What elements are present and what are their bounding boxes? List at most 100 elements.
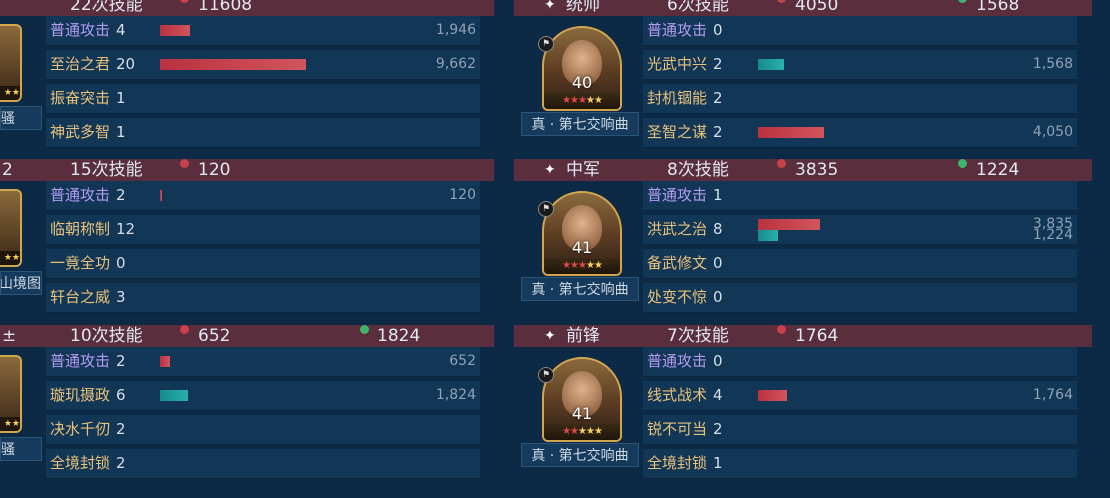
skill-count: 0 [713, 21, 723, 39]
bar-area [160, 88, 385, 110]
general-portrait[interactable]: 40 ★★★★★ [542, 26, 622, 111]
general-portrait[interactable]: 41 ★★★★★ [542, 191, 622, 276]
skill-count: 22次技能 [70, 0, 143, 15]
commander-panel[interactable]: ✦ 中军 8次技能 3835 1224 41 ★★★★★ ⚑ 真 · 第七交响曲 普通攻击 1 洪武之… [514, 159, 1092, 317]
skill-count: 1 [116, 123, 126, 141]
heal-dot-icon [958, 0, 967, 3]
bar-area [160, 287, 385, 309]
skill-count: 2 [713, 89, 723, 107]
skill-count: 0 [116, 254, 126, 272]
skill-label: 普通攻击 [647, 352, 708, 370]
skill-label: 普通攻击 [50, 21, 111, 39]
skill-count: 7次技能 [667, 326, 729, 346]
bar-area [160, 419, 385, 441]
heal-total: 1824 [377, 326, 421, 346]
bar-area [160, 122, 385, 144]
general-portrait[interactable]: 41 ★★★★★ [542, 357, 622, 442]
skill-name: 锐不可当 2 [647, 415, 723, 444]
tactic-book-badge[interactable]: 骚 [0, 437, 42, 461]
skill-count: 6 [116, 386, 126, 404]
skill-name: 临朝称制 12 [50, 215, 135, 244]
skill-name: 至治之君 20 [50, 50, 135, 79]
skill-name: 普通攻击 2 [50, 347, 126, 376]
general-portrait[interactable]: ★★ [0, 189, 22, 267]
general-level: 41 [571, 404, 593, 423]
gold-stars: ★★ [585, 95, 603, 106]
tactic-book-badge[interactable]: 骚 [0, 106, 42, 130]
skill-label: 至治之君 [50, 55, 111, 73]
skill-name: 洪武之治 8 [647, 215, 723, 244]
bar-area [758, 287, 983, 309]
skill-row: 备武修文 0 [643, 249, 1077, 279]
heal-value: 1,824 [435, 387, 476, 403]
heal-value: 1,224 [1032, 227, 1073, 243]
skill-label: 轩台之威 [50, 288, 111, 306]
diamond-icon: ✦ [544, 0, 556, 13]
diamond-icon: ✦ [544, 328, 556, 344]
heal-total: 1224 [976, 160, 1020, 180]
star-rating: ★★ [0, 417, 20, 431]
bar-area [758, 20, 983, 42]
skill-label: 决水千仞 [50, 420, 111, 438]
commander-panel[interactable]: 22次技能 11608 ★★ 骚普通攻击 4 1,946 至治之君 20 9,662 振奋突击 1 神… [0, 0, 494, 152]
panel-header: 22次技能 11608 [0, 0, 494, 16]
heal-dot-icon [958, 159, 967, 168]
general-portrait[interactable]: ★★ [0, 355, 22, 433]
skill-row: 光武中兴 2 1,568 [643, 50, 1077, 80]
commander-panel[interactable]: ✦ 前锋 7次技能 1764 41 ★★★★★ ⚑ 真 · 第七交响曲 普通攻击 0 线式战术 4 1,… [514, 325, 1092, 483]
skill-count: 12 [116, 220, 136, 238]
tactic-book-badge[interactable]: 真 · 第七交响曲 [521, 443, 639, 467]
skill-row: 至治之君 20 9,662 [46, 50, 480, 80]
damage-bar [758, 127, 824, 138]
tactic-book-badge[interactable]: 山境图 [0, 271, 42, 295]
red-stars: ★★★ [562, 260, 587, 271]
skill-row: 决水千仞 2 [46, 415, 480, 445]
skill-count: 2 [116, 420, 126, 438]
bar-area [758, 453, 983, 475]
skill-label: 处变不惊 [647, 288, 708, 306]
bar-area [758, 219, 983, 241]
panel-header: ✦ 前锋 7次技能 1764 [514, 325, 1092, 347]
skill-label: 线式战术 [647, 386, 708, 404]
commander-panel[interactable]: ±10次技能 652 1824 ★★ 骚普通攻击 2 652 璇玑摄政 6 1,824 决水千仞 2 全… [0, 325, 494, 483]
general-portrait[interactable]: ★★ [0, 24, 22, 102]
skill-count: 0 [713, 254, 723, 272]
skill-name: 普通攻击 4 [50, 16, 126, 45]
skill-row: 振奋突击 1 [46, 84, 480, 114]
damage-total: 11608 [198, 0, 253, 15]
tactic-book-badge[interactable]: 真 · 第七交响曲 [521, 277, 639, 301]
damage-bar [758, 219, 820, 230]
damage-bar [758, 390, 787, 401]
skill-name: 封机锢能 2 [647, 84, 723, 113]
gold-stars: ★★ [585, 260, 603, 271]
skill-row: 临朝称制 12 [46, 215, 480, 245]
skill-count: 6次技能 [667, 0, 729, 15]
skill-count: 15次技能 [70, 160, 143, 180]
tactic-book-badge[interactable]: 真 · 第七交响曲 [521, 112, 639, 136]
skill-row: 普通攻击 0 [643, 347, 1077, 377]
bar-area [160, 185, 385, 207]
skill-name: 普通攻击 2 [50, 181, 126, 210]
skill-count: 2 [116, 454, 126, 472]
bar-area [160, 351, 385, 373]
skill-count: 2 [713, 55, 723, 73]
damage-value: 4,050 [1032, 124, 1073, 140]
skill-count: 20 [116, 55, 136, 73]
panel-header: ✦ 统帅 6次技能 4050 1568 [514, 0, 1092, 16]
skill-name: 普通攻击 1 [647, 181, 723, 210]
damage-dot-icon [180, 325, 189, 334]
red-stars: ★★★ [562, 95, 587, 106]
heal-total: 1568 [976, 0, 1020, 15]
damage-total: 652 [198, 326, 231, 346]
damage-total: 3835 [795, 160, 839, 180]
damage-bar [160, 59, 306, 70]
bar-area [758, 122, 983, 144]
gold-stars: ★★★ [578, 426, 603, 437]
bar-area [758, 54, 983, 76]
star-rating: ★★★★★ [544, 424, 620, 440]
commander-panel[interactable]: ✦ 统帅 6次技能 4050 1568 40 ★★★★★ ⚑ 真 · 第七交响曲 普通攻击 0 光武中… [514, 0, 1092, 152]
skill-label: 普通攻击 [50, 186, 111, 204]
commander-panel[interactable]: 2 15次技能 120 ★★ 山境图 普通攻击 2 120 临朝称制 12 一竟全功 0 轩台之威 3 [0, 159, 494, 317]
cavalry-badge-icon: ⚑ [538, 36, 554, 52]
heal-dot-icon [360, 325, 369, 334]
